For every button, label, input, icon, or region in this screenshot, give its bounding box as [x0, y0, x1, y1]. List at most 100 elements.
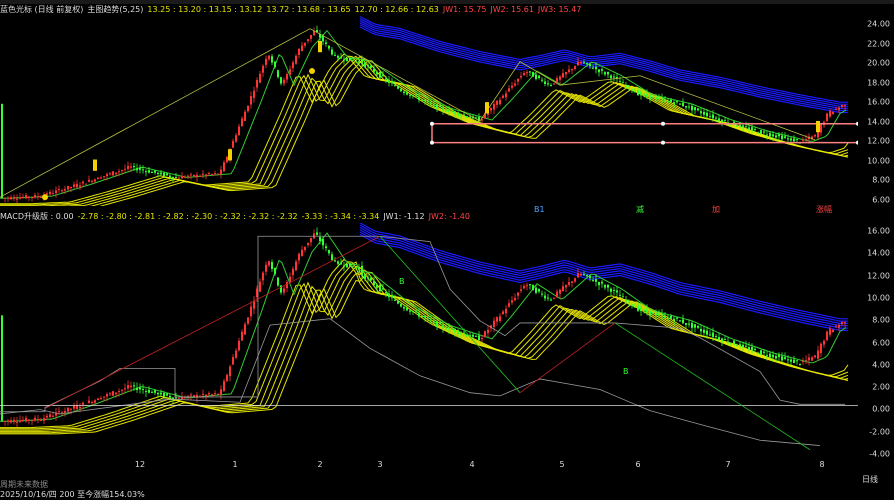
period-label[interactable]: 日线	[862, 474, 878, 485]
main-candle-body	[490, 107, 492, 111]
main-candle-body	[610, 75, 612, 79]
price-axis-tick: 24.00	[867, 19, 890, 29]
macd-candle-body	[781, 356, 783, 361]
date-tick: 6	[635, 460, 641, 469]
main-candle-body	[118, 171, 120, 173]
macd-candle-body	[544, 295, 546, 299]
macd-candle-body	[298, 253, 300, 261]
main-candle-body	[775, 135, 777, 138]
main-candle-body	[625, 85, 627, 87]
support-dot	[661, 140, 665, 145]
macd-candle-body	[835, 326, 837, 328]
main-candle-body	[418, 96, 420, 101]
macd-candle-body	[655, 313, 657, 316]
macd-candle-body	[70, 408, 72, 410]
main-candle-body	[676, 101, 678, 103]
macd-candle-body	[532, 285, 534, 291]
main-candle-body	[238, 126, 240, 135]
macd-candle-body	[757, 352, 759, 354]
macd-candle-body	[643, 309, 645, 311]
main-candle-body	[139, 168, 141, 170]
macd-candle-body	[526, 285, 528, 287]
macd-candle-body	[370, 277, 372, 281]
main-candle-body	[715, 117, 717, 119]
macd-candle-body	[658, 313, 660, 316]
main-candle-body	[151, 172, 153, 174]
signal-badge: 加	[712, 205, 720, 214]
main-candle-body	[784, 136, 786, 138]
main-candle-body	[121, 170, 123, 172]
main-candle-body	[184, 176, 186, 178]
macd-indicator-chart[interactable]	[0, 223, 858, 460]
main-candle-body	[694, 106, 696, 111]
macd-candle-body	[208, 393, 210, 395]
main-candle-body	[265, 58, 267, 65]
macd-candle-body	[742, 344, 744, 347]
macd-candle-body	[748, 347, 750, 350]
macd-candle-body	[808, 357, 810, 361]
main-legend-item: JW2: 15.61	[490, 5, 534, 14]
macd-candle-body	[235, 350, 237, 358]
main-price-chart[interactable]	[0, 16, 858, 206]
date-tick: 5	[559, 460, 565, 469]
macd-candle-body	[445, 328, 447, 330]
main-candle-body	[394, 85, 396, 87]
macd-candle-body	[763, 351, 765, 353]
macd-candle-body	[100, 398, 102, 400]
signal-badge: B	[399, 277, 405, 286]
macd-candle-body	[418, 312, 420, 317]
macd-candle-body	[610, 288, 612, 292]
main-candle-body	[19, 197, 21, 199]
main-candle-body	[391, 80, 393, 84]
main-candle-body	[187, 175, 189, 177]
main-candle-body	[292, 62, 294, 69]
macd-candle-body	[250, 306, 252, 317]
main-candle-body	[463, 114, 465, 116]
macd-candle-body	[712, 332, 714, 337]
macd-candle-body	[40, 419, 42, 421]
macd-candle-body	[571, 281, 573, 283]
main-candle-body	[763, 131, 765, 133]
main-candle-body	[196, 174, 198, 178]
macd-candle-body	[244, 324, 246, 335]
macd-candle-body	[523, 286, 525, 289]
main-candle-body	[592, 67, 594, 69]
main-candle-body	[199, 175, 201, 177]
main-candle-body	[766, 134, 768, 136]
main-candle-body	[508, 88, 510, 92]
macd-candle-body	[211, 394, 213, 396]
main-candle-body	[658, 97, 660, 99]
macd-candle-body	[415, 310, 417, 312]
macd-candle-body	[700, 328, 702, 332]
main-candle-body	[613, 76, 615, 78]
macd-candle-body	[91, 401, 93, 403]
macd-axis-tick: 16.00	[867, 226, 890, 236]
main-candle-body	[772, 134, 774, 137]
macd-candle-body	[4, 420, 6, 422]
macd-candle-body	[775, 356, 777, 359]
main-candle-body	[127, 165, 129, 169]
macd-candle-body	[46, 415, 48, 418]
macd-candle-body	[43, 418, 45, 421]
macd-candle-body	[508, 303, 510, 307]
macd-candle-body	[565, 284, 567, 288]
macd-candle-body	[316, 232, 318, 235]
main-candle-body	[1, 104, 3, 198]
date-tick: 2	[317, 460, 323, 469]
macd-legend-item: JW2: -1.40	[428, 212, 470, 221]
main-price-axis: 24.00 22.00 20.00 18.00 16.00 14.00 12.00 10.00…	[858, 16, 894, 206]
main-candle-body	[532, 72, 534, 77]
main-candle-body	[289, 69, 291, 75]
macd-candle-body	[127, 385, 129, 389]
macd-candle-body	[460, 333, 462, 335]
main-candle-body	[241, 118, 243, 127]
macd-candle-body	[190, 394, 192, 396]
main-candle-body	[742, 125, 744, 128]
main-candle-body	[250, 96, 252, 105]
main-candle-body	[166, 173, 168, 176]
price-axis-tick: 6.00	[872, 195, 890, 205]
main-candle-body	[157, 172, 159, 175]
macd-candle-body	[577, 273, 579, 278]
main-candle-body	[448, 109, 450, 112]
status-note: 周期未来数据	[0, 480, 48, 489]
